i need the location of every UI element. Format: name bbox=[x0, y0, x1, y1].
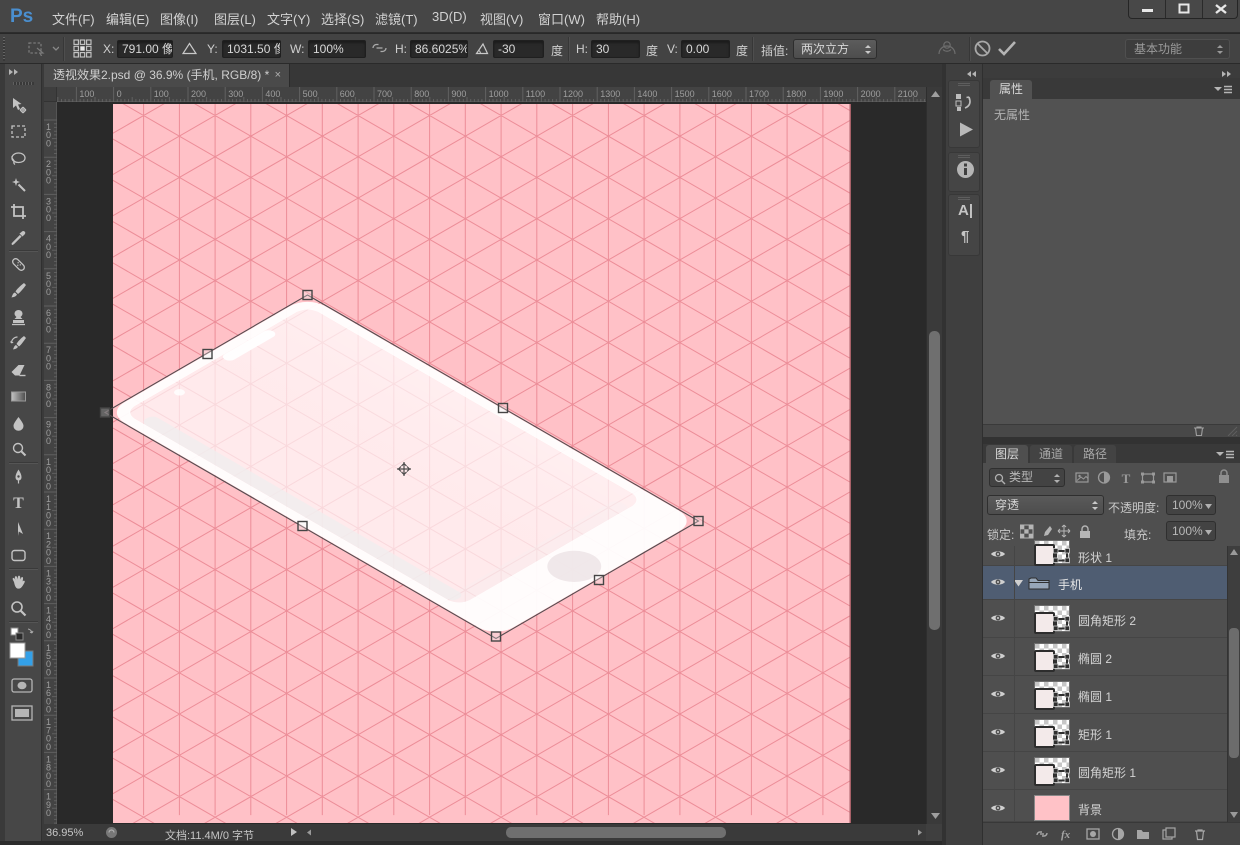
svg-text:0: 0 bbox=[46, 779, 51, 789]
svg-text:1800: 1800 bbox=[786, 89, 806, 99]
svg-text:0: 0 bbox=[46, 362, 51, 372]
svg-text:0: 0 bbox=[46, 556, 51, 566]
svg-text:0: 0 bbox=[46, 213, 51, 223]
svg-text:0: 0 bbox=[117, 89, 122, 99]
svg-text:400: 400 bbox=[265, 89, 280, 99]
svg-text:300: 300 bbox=[228, 89, 243, 99]
svg-text:0: 0 bbox=[46, 808, 51, 818]
svg-text:1100: 1100 bbox=[526, 89, 545, 99]
svg-text:0: 0 bbox=[46, 399, 51, 409]
svg-text:1300: 1300 bbox=[600, 89, 620, 99]
svg-text:T: T bbox=[13, 495, 24, 511]
svg-text:0: 0 bbox=[46, 250, 51, 260]
svg-text:200: 200 bbox=[191, 89, 206, 99]
svg-text:2100: 2100 bbox=[898, 89, 918, 99]
svg-text:fx: fx bbox=[1061, 829, 1071, 841]
svg-text:1700: 1700 bbox=[749, 89, 769, 99]
svg-text:1500: 1500 bbox=[675, 89, 695, 99]
svg-text:800: 800 bbox=[414, 89, 429, 99]
svg-text:1600: 1600 bbox=[712, 89, 732, 99]
svg-text:700: 700 bbox=[377, 89, 392, 99]
svg-text:0: 0 bbox=[46, 519, 51, 529]
svg-text:T: T bbox=[1122, 471, 1131, 485]
svg-text:0: 0 bbox=[46, 742, 51, 752]
svg-text:0: 0 bbox=[46, 667, 51, 677]
svg-text:1200: 1200 bbox=[563, 89, 583, 99]
svg-text:0: 0 bbox=[46, 593, 51, 603]
svg-text:500: 500 bbox=[303, 89, 318, 99]
svg-text:0: 0 bbox=[46, 324, 51, 334]
svg-text:600: 600 bbox=[340, 89, 355, 99]
svg-text:1000: 1000 bbox=[489, 89, 509, 99]
svg-text:900: 900 bbox=[451, 89, 466, 99]
svg-text:1400: 1400 bbox=[637, 89, 657, 99]
svg-text:100: 100 bbox=[79, 89, 94, 99]
svg-text:2000: 2000 bbox=[861, 89, 881, 99]
svg-text:0: 0 bbox=[46, 287, 51, 297]
svg-text:0: 0 bbox=[46, 705, 51, 715]
svg-text:0: 0 bbox=[46, 138, 51, 148]
svg-text:0: 0 bbox=[46, 176, 51, 186]
svg-text:0: 0 bbox=[46, 436, 51, 446]
svg-text:0: 0 bbox=[46, 481, 51, 491]
svg-text:0: 0 bbox=[46, 630, 51, 640]
svg-text:100: 100 bbox=[154, 89, 169, 99]
svg-text:1900: 1900 bbox=[823, 89, 843, 99]
